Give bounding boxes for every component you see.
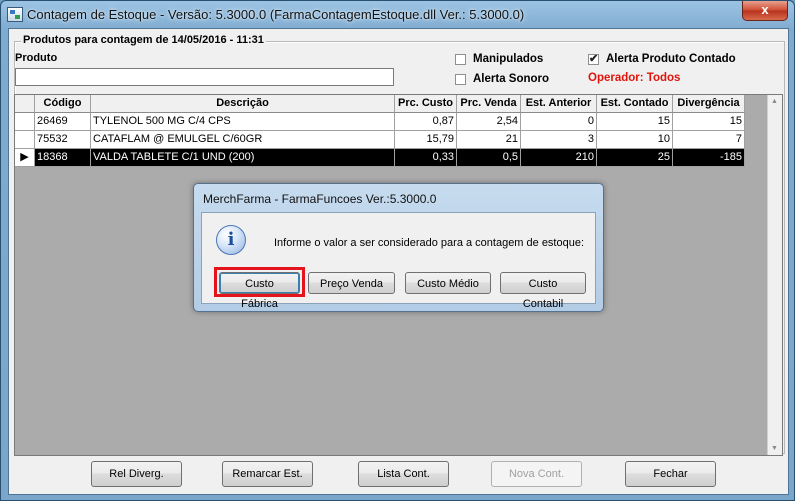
- col-divergencia[interactable]: Divergência: [673, 95, 745, 113]
- dialog-title: MerchFarma - FarmaFuncoes Ver.:5.3000.0: [203, 192, 437, 206]
- cell-prc-custo: 0,87: [395, 113, 457, 131]
- col-codigo[interactable]: Código: [35, 95, 91, 113]
- preco-venda-button[interactable]: Preço Venda: [308, 272, 395, 294]
- alerta-sonoro-checkbox[interactable]: Alerta Sonoro: [455, 73, 549, 85]
- col-prc-venda[interactable]: Prc. Venda: [457, 95, 521, 113]
- col-est-contado[interactable]: Est. Contado: [597, 95, 673, 113]
- current-row-arrow-icon: ▶: [15, 149, 35, 167]
- app-icon: [7, 7, 23, 22]
- rel-diverg-button[interactable]: Rel Diverg.: [91, 461, 182, 487]
- alerta-produto-label: Alerta Produto Contado: [606, 53, 736, 65]
- produto-input[interactable]: [15, 68, 394, 86]
- cell-prc-venda: 21: [457, 131, 521, 149]
- remarcar-est-button[interactable]: Remarcar Est.: [222, 461, 313, 487]
- title-bar: Contagem de Estoque - Versão: 5.3000.0 (…: [1, 1, 794, 28]
- lista-cont-button[interactable]: Lista Cont.: [358, 461, 449, 487]
- scroll-down-arrow-icon[interactable]: ▼: [771, 445, 778, 452]
- scroll-up-arrow-icon[interactable]: ▲: [771, 98, 778, 105]
- cell-divergencia: -185: [673, 149, 745, 167]
- custo-fabrica-button[interactable]: Custo Fábrica: [219, 272, 300, 310]
- cell-divergencia: 15: [673, 113, 745, 131]
- cell-est-anterior: 210: [521, 149, 597, 167]
- cell-prc-custo: 15,79: [395, 131, 457, 149]
- cell-codigo: 75532: [35, 131, 91, 149]
- cell-est-contado: 25: [597, 149, 673, 167]
- operador-label: Operador: Todos: [588, 72, 681, 84]
- valor-dialog: MerchFarma - FarmaFuncoes Ver.:5.3000.0 …: [193, 183, 604, 312]
- window-title: Contagem de Estoque - Versão: 5.3000.0 (…: [27, 7, 525, 22]
- dialog-body: i Informe o valor a ser considerado para…: [201, 212, 596, 310]
- table-row[interactable]: 75532 CATAFLAM @ EMULGEL C/60GR 15,79 21…: [15, 131, 745, 149]
- produto-label: Produto: [15, 52, 58, 64]
- custo-medio-button[interactable]: Custo Médio: [405, 272, 491, 294]
- alerta-produto-checkbox[interactable]: Alerta Produto Contado: [588, 52, 736, 65]
- alerta-sonoro-box[interactable]: [455, 73, 466, 85]
- cell-divergencia: 7: [673, 131, 745, 149]
- info-icon: i: [216, 225, 246, 255]
- cell-est-contado: 10: [597, 131, 673, 149]
- close-button[interactable]: x: [742, 1, 788, 21]
- table-row[interactable]: 26469 TYLENOL 500 MG C/4 CPS 0,87 2,54 0…: [15, 113, 745, 131]
- custo-contabil-button[interactable]: Custo Contabil: [500, 272, 586, 310]
- col-prc-custo[interactable]: Prc. Custo: [395, 95, 457, 113]
- cell-prc-custo: 0,33: [395, 149, 457, 167]
- cell-prc-venda: 2,54: [457, 113, 521, 131]
- grid-header: Código Descrição Prc. Custo Prc. Venda E…: [15, 95, 745, 113]
- header-indicator: [15, 95, 35, 113]
- row-indicator: [15, 113, 35, 131]
- cell-est-anterior: 3: [521, 131, 597, 149]
- col-est-anterior[interactable]: Est. Anterior: [521, 95, 597, 113]
- cell-est-contado: 15: [597, 113, 673, 131]
- manipulados-checkbox[interactable]: Manipulados: [455, 53, 543, 65]
- table-row-selected[interactable]: ▶ 18368 VALDA TABLETE C/1 UND (200) 0,33…: [15, 149, 745, 167]
- cell-codigo: 26469: [35, 113, 91, 131]
- group-legend: Produtos para contagem de 14/05/2016 - 1…: [21, 34, 266, 46]
- cell-descricao: CATAFLAM @ EMULGEL C/60GR: [91, 131, 395, 149]
- col-descricao[interactable]: Descrição: [91, 95, 395, 113]
- fechar-button[interactable]: Fechar: [625, 461, 716, 487]
- cell-est-anterior: 0: [521, 113, 597, 131]
- nova-cont-button[interactable]: Nova Cont.: [491, 461, 582, 487]
- dialog-message: Informe o valor a ser considerado para a…: [274, 237, 585, 249]
- grid-vertical-scrollbar[interactable]: ▲ ▼: [767, 95, 782, 455]
- cell-prc-venda: 0,5: [457, 149, 521, 167]
- manipulados-box[interactable]: [455, 53, 466, 65]
- alerta-produto-box[interactable]: [588, 52, 599, 65]
- cell-descricao: VALDA TABLETE C/1 UND (200): [91, 149, 395, 167]
- row-indicator: [15, 131, 35, 149]
- cell-codigo: 18368: [35, 149, 91, 167]
- cell-descricao: TYLENOL 500 MG C/4 CPS: [91, 113, 395, 131]
- manipulados-label: Manipulados: [473, 53, 544, 65]
- alerta-sonoro-label: Alerta Sonoro: [473, 73, 550, 85]
